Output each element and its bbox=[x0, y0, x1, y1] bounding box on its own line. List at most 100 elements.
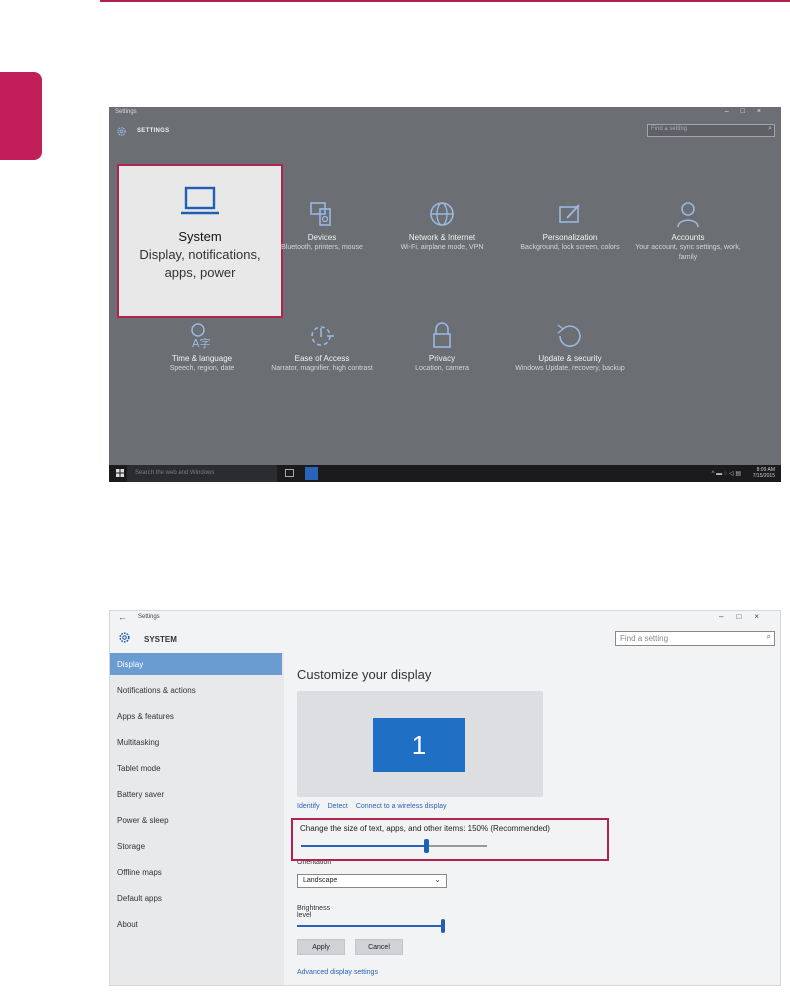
tile-personalization[interactable]: Personalization Background, lock screen,… bbox=[515, 199, 625, 253]
wireless-display-link[interactable]: Connect to a wireless display bbox=[356, 803, 447, 810]
sidebar-item-display[interactable]: Display bbox=[110, 653, 282, 675]
svg-text:A字: A字 bbox=[192, 336, 211, 350]
tile-title: Update & security bbox=[538, 354, 602, 363]
tile-subtitle: Narrator, magnifier, high contrast bbox=[271, 365, 373, 372]
laptop-icon bbox=[181, 186, 219, 215]
scale-setting-highlight: Change the size of text, apps, and other… bbox=[291, 818, 609, 861]
sidebar-item-battery-saver[interactable]: Battery saver bbox=[110, 783, 282, 805]
scale-slider[interactable] bbox=[301, 839, 487, 853]
tile-title: Devices bbox=[307, 233, 337, 242]
time-language-icon: A字 bbox=[191, 323, 211, 350]
tile-accounts[interactable]: Accounts Your account, sync settings, wo… bbox=[633, 199, 743, 263]
system-display-screenshot: ← Settings –□× SYSTEM Find a setting ⌕ D… bbox=[109, 610, 781, 986]
monitor-1-tile[interactable]: 1 bbox=[373, 718, 465, 772]
sidebar-item-tablet-mode[interactable]: Tablet mode bbox=[110, 757, 282, 779]
lock-icon bbox=[433, 322, 451, 348]
cancel-button[interactable]: Cancel bbox=[355, 939, 403, 955]
minimize-button[interactable]: – bbox=[719, 612, 736, 621]
tile-title: Network & Internet bbox=[408, 233, 476, 242]
tile-ease-of-access[interactable]: Ease of Access Narrator, magnifier, high… bbox=[267, 320, 377, 374]
taskbar-clock[interactable]: 8:09 AM 7/15/2015 bbox=[753, 467, 775, 479]
search-icon[interactable]: ⌕ bbox=[767, 632, 771, 642]
scale-slider-fill bbox=[301, 845, 426, 847]
scale-slider-thumb[interactable] bbox=[423, 839, 429, 853]
tile-update-security[interactable]: Update & security Windows Update, recove… bbox=[515, 320, 625, 374]
advanced-display-settings-link[interactable]: Advanced display settings bbox=[297, 969, 378, 976]
search-placeholder: Find a setting bbox=[620, 634, 669, 643]
sidebar-item-multitasking[interactable]: Multitasking bbox=[110, 731, 282, 753]
settings-app-icon[interactable] bbox=[305, 467, 318, 480]
monitor-preview: 1 bbox=[297, 691, 543, 797]
windows-start-icon[interactable] bbox=[116, 469, 124, 477]
window-title: Settings bbox=[138, 614, 160, 620]
refresh-icon bbox=[557, 324, 581, 347]
identify-link[interactable]: Identify bbox=[297, 803, 320, 810]
sidebar-item-power-sleep[interactable]: Power & sleep bbox=[110, 809, 282, 831]
taskbar-search-placeholder: Search the web and Windows bbox=[135, 470, 215, 476]
chevron-down-icon: ⌄ bbox=[434, 875, 441, 884]
close-button[interactable]: × bbox=[754, 612, 772, 621]
search-input[interactable]: Find a setting ⌕ bbox=[647, 124, 775, 137]
tile-subtitle: Your account, sync settings, work, famil… bbox=[635, 244, 741, 261]
orientation-value: Landscape bbox=[303, 877, 338, 884]
task-view-icon[interactable] bbox=[285, 469, 294, 477]
apply-button[interactable]: Apply bbox=[297, 939, 345, 955]
tile-time-language[interactable]: A字 Time & language Speech, region, date bbox=[147, 320, 257, 374]
tile-system[interactable]: System Display, notifications, apps, pow… bbox=[117, 164, 283, 318]
search-placeholder: Find a setting bbox=[651, 126, 688, 132]
tile-title: Ease of Access bbox=[294, 354, 350, 363]
sidebar-item-notifications[interactable]: Notifications & actions bbox=[110, 679, 282, 701]
ease-of-access-icon bbox=[311, 326, 334, 346]
globe-icon bbox=[430, 202, 454, 226]
minimize-button[interactable]: – bbox=[725, 108, 741, 115]
back-arrow-icon[interactable]: ← bbox=[118, 612, 127, 622]
orientation-select[interactable]: Landscape ⌄ bbox=[297, 874, 447, 888]
devices-icon bbox=[310, 202, 331, 226]
tile-devices[interactable]: Devices Bluetooth, printers, mouse bbox=[267, 199, 377, 253]
window-title: Settings bbox=[115, 109, 137, 115]
tile-subtitle: Location, camera bbox=[415, 365, 469, 372]
top-rule bbox=[100, 0, 790, 2]
gear-icon bbox=[119, 632, 130, 643]
sidebar-item-default-apps[interactable]: Default apps bbox=[110, 887, 282, 909]
brightness-label: Brightness level bbox=[297, 905, 331, 919]
gear-icon bbox=[117, 127, 126, 136]
tile-title: System bbox=[178, 229, 222, 244]
window-controls[interactable]: –□× bbox=[725, 108, 773, 115]
close-button[interactable]: × bbox=[757, 108, 773, 115]
page-heading: SYSTEM bbox=[144, 635, 177, 644]
maximize-button[interactable]: □ bbox=[741, 108, 757, 115]
sidebar-item-apps-features[interactable]: Apps & features bbox=[110, 705, 282, 727]
detect-link[interactable]: Detect bbox=[328, 803, 348, 810]
tile-subtitle: Background, lock screen, colors bbox=[520, 244, 620, 251]
brightness-slider-thumb[interactable] bbox=[441, 919, 445, 933]
paint-icon bbox=[559, 204, 580, 223]
tile-network[interactable]: Network & Internet Wi-Fi, airplane mode,… bbox=[387, 199, 497, 253]
scale-label: Change the size of text, apps, and other… bbox=[300, 824, 550, 833]
page-heading: SETTINGS bbox=[137, 128, 170, 134]
sidebar-item-about[interactable]: About bbox=[110, 913, 282, 935]
sidebar-item-storage[interactable]: Storage bbox=[110, 835, 282, 857]
tile-title: Privacy bbox=[428, 354, 456, 363]
person-icon bbox=[677, 202, 699, 228]
taskbar: Search the web and Windows ^ ▬ ◌ ◁ ▤ 8:0… bbox=[109, 465, 781, 482]
sidebar-item-offline-maps[interactable]: Offline maps bbox=[110, 861, 282, 883]
brightness-slider[interactable] bbox=[297, 919, 445, 933]
tile-title: Personalization bbox=[542, 233, 598, 242]
sidebar: Display Notifications & actions Apps & f… bbox=[110, 653, 284, 985]
taskbar-search[interactable]: Search the web and Windows bbox=[127, 465, 277, 482]
page-title: Customize your display bbox=[297, 667, 432, 682]
tile-subtitle: Display, notifications, apps, power bbox=[139, 247, 261, 280]
search-input[interactable]: Find a setting ⌕ bbox=[615, 631, 775, 646]
tile-subtitle: Wi-Fi, airplane mode, VPN bbox=[400, 244, 484, 251]
tile-title: Time & language bbox=[171, 354, 233, 363]
tile-privacy[interactable]: Privacy Location, camera bbox=[387, 320, 497, 374]
section-tab bbox=[0, 72, 42, 160]
maximize-button[interactable]: □ bbox=[736, 612, 754, 621]
clock-date: 7/15/2015 bbox=[752, 473, 775, 479]
search-icon[interactable]: ⌕ bbox=[768, 125, 772, 133]
window-controls[interactable]: –□× bbox=[719, 612, 772, 621]
brightness-slider-fill bbox=[297, 925, 445, 927]
tile-title: Accounts bbox=[671, 233, 705, 242]
system-tray-icons[interactable]: ^ ▬ ◌ ◁ ▤ bbox=[712, 470, 741, 477]
